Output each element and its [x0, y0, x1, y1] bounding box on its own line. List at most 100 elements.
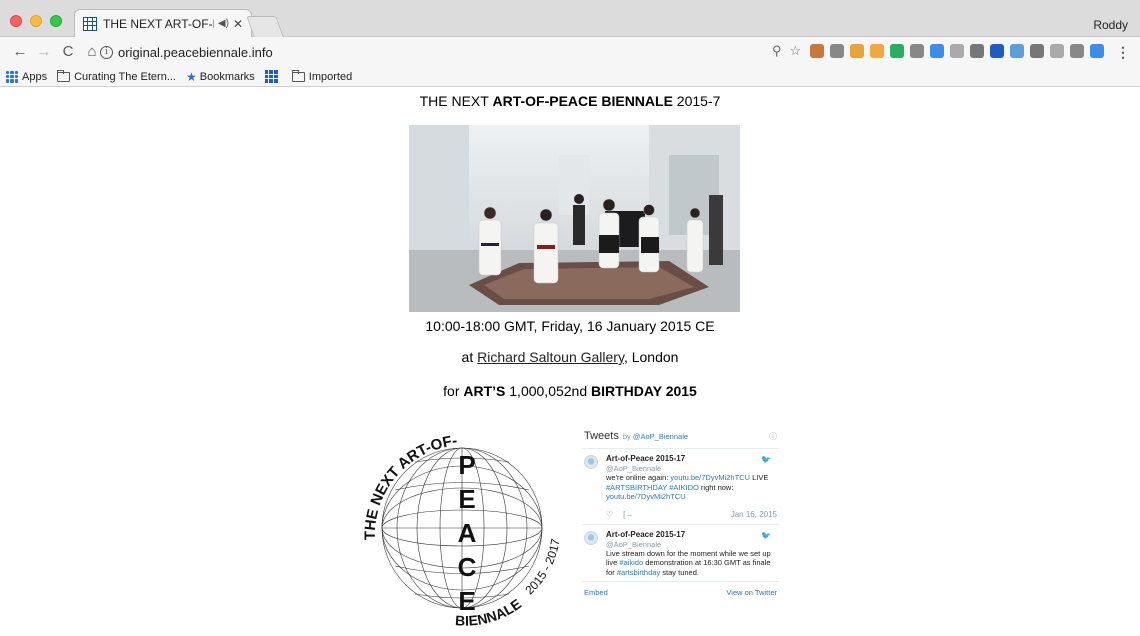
tweets-by: by @AoP_Biennale — [623, 432, 688, 441]
browser-menu-icon[interactable]: ⋮ — [1116, 44, 1130, 61]
extension-icon[interactable] — [1030, 44, 1044, 58]
tweet-text: Live stream down for the moment while we… — [606, 549, 777, 577]
hashtag-link[interactable]: #ARTSBIRTHDAY — [606, 483, 667, 492]
event-location: at Richard Saltoun Gallery, London — [0, 349, 1140, 365]
extension-icon[interactable] — [830, 44, 844, 58]
forward-button[interactable]: → — [34, 42, 54, 62]
bookmark-bookmarks[interactable]: ★ Bookmarks — [186, 70, 255, 84]
tweet-text-part: right now: — [698, 482, 734, 492]
occasion-bold-2: BIRTHDAY 2015 — [591, 383, 697, 399]
bookmark-star-icon[interactable]: ☆ — [790, 43, 802, 59]
extension-icon[interactable] — [890, 44, 904, 58]
folder-icon — [291, 69, 305, 82]
title-bold: ART-OF-PEACE BIENNALE — [492, 93, 673, 109]
embed-link[interactable]: Embed — [584, 588, 608, 597]
tab-title: THE NEXT ART-OF-PEACE — [103, 16, 214, 31]
tweet-text-part: stay tuned. — [660, 567, 699, 577]
event-time: 10:00-18:00 GMT, Friday, 16 January 2015… — [425, 318, 715, 334]
extension-icon[interactable] — [1070, 44, 1084, 58]
avatar[interactable] — [584, 530, 598, 545]
extension-icon[interactable] — [990, 44, 1004, 58]
star-icon: ★ — [185, 69, 197, 84]
tab-close-icon[interactable]: ✕ — [233, 17, 243, 31]
logo-letter-e1: E — [458, 484, 475, 514]
logo-arc-right-text: 2015 - 2017 — [522, 537, 562, 597]
tweet-text-part: LIVE — [750, 473, 769, 483]
speaker-icon[interactable]: ◀) — [218, 18, 229, 29]
tweet-item[interactable]: Art-of-Peace 2015-17 @AoP_Biennale we're… — [582, 449, 779, 525]
hashtag-link[interactable]: #AIKIDO — [669, 483, 699, 492]
site-favicon-icon — [83, 16, 97, 31]
twitter-timeline-widget: Tweets by @AoP_Biennale ⓘ Art-of-Peace 2… — [582, 430, 779, 620]
bookmarks-bar: Apps Curating The Etern... ★ Bookmarks I… — [0, 67, 1140, 87]
tweet-author-handle[interactable]: @AoP_Biennale — [606, 540, 777, 549]
extension-icon[interactable] — [1090, 44, 1104, 58]
profile-name[interactable]: Roddy — [1093, 18, 1128, 32]
page-title: THE NEXT ART-OF-PEACE BIENNALE 2015-7 — [0, 93, 1140, 109]
apps-icon — [6, 70, 18, 83]
extension-icon[interactable] — [950, 44, 964, 58]
tweet-actions: ♡ [→ Jan 16, 2015 — [606, 510, 777, 520]
home-button[interactable]: ⌂ — [82, 42, 102, 62]
avatar[interactable] — [584, 455, 598, 469]
extension-icon[interactable] — [810, 44, 824, 58]
aikido-video-player[interactable] — [409, 125, 740, 312]
logo-letter-e2: E — [458, 586, 475, 616]
bookmark-grid-link[interactable] — [264, 70, 282, 83]
art-of-peace-logo: P E A C E THE NEXT ART-OF- BIENNALE 2015… — [362, 432, 563, 628]
tweet-date[interactable]: Jan 16, 2015 — [731, 510, 777, 520]
twitter-handle-link[interactable]: @AoP_Biennale — [633, 432, 688, 441]
twitter-bird-icon: 🐦 — [761, 455, 771, 464]
tweet-link[interactable]: youtu.be/7DyvMi2hTCU — [606, 492, 686, 501]
reload-button[interactable]: C — [58, 42, 78, 62]
bookmark-apps[interactable]: Apps — [6, 70, 47, 83]
tweet-item[interactable]: Art-of-Peace 2015-17 @AoP_Biennale Live … — [582, 525, 779, 582]
tweet-link[interactable]: youtu.be/7DyvMi2hTCU — [670, 473, 750, 482]
zoom-icon[interactable]: ⚲ — [772, 43, 782, 59]
view-on-twitter-link[interactable]: View on Twitter — [726, 588, 777, 597]
url-text[interactable]: original.peacebiennale.info — [118, 45, 273, 60]
hashtag-link[interactable]: #artsbirthday — [617, 568, 660, 577]
tweet-author-handle[interactable]: @AoP_Biennale — [606, 464, 777, 473]
twitter-header: Tweets by @AoP_Biennale ⓘ — [582, 430, 779, 449]
logo-arc-right: 2015 - 2017 — [522, 537, 562, 597]
hashtag-link[interactable]: #aikido — [619, 558, 643, 567]
logo-letter-a: A — [458, 518, 477, 548]
info-icon[interactable]: ⓘ — [769, 431, 777, 442]
site-info-icon[interactable]: i — [100, 45, 113, 59]
grid-icon — [264, 70, 278, 83]
folder-icon — [57, 69, 71, 82]
maximize-window-button[interactable] — [50, 15, 62, 27]
minimize-window-button[interactable] — [30, 15, 42, 27]
logo-arc-top: THE NEXT ART-OF- — [362, 432, 458, 540]
tweet-author-name[interactable]: Art-of-Peace 2015-17 — [606, 454, 777, 464]
tweet-text: we're online again: youtu.be/7DyvMi2hTCU… — [606, 473, 777, 501]
extension-icon[interactable] — [970, 44, 984, 58]
like-icon[interactable]: ♡ — [606, 510, 613, 520]
back-button[interactable]: ← — [10, 42, 30, 62]
bookmark-curating-folder[interactable]: Curating The Etern... — [57, 69, 176, 83]
new-tab-button[interactable] — [246, 16, 284, 37]
extension-icon[interactable] — [850, 44, 864, 58]
twitter-footer: Embed View on Twitter — [582, 582, 779, 603]
extension-icon[interactable] — [870, 44, 884, 58]
window-titlebar: THE NEXT ART-OF-PEACE ◀) ✕ Roddy — [0, 0, 1140, 37]
address-bar[interactable]: i original.peacebiennale.info — [100, 41, 800, 63]
twitter-bird-icon: 🐦 — [761, 530, 771, 540]
bookmark-label: Imported — [308, 70, 353, 83]
gallery-link[interactable]: Richard Saltoun Gallery — [477, 349, 624, 365]
close-window-button[interactable] — [10, 15, 22, 27]
share-icon[interactable]: [→ — [623, 510, 633, 520]
bookmark-label: Curating The Etern... — [74, 70, 176, 83]
bookmark-imported-folder[interactable]: Imported — [291, 69, 353, 83]
browser-tab[interactable]: THE NEXT ART-OF-PEACE ◀) ✕ — [74, 9, 252, 37]
tweet-author-name[interactable]: Art-of-Peace 2015-17 — [606, 530, 777, 540]
occasion-bold-1: ART’S — [463, 383, 506, 399]
extension-icon[interactable] — [1050, 44, 1064, 58]
tweets-heading: Tweets — [584, 430, 619, 442]
extension-icon[interactable] — [1010, 44, 1024, 58]
extension-icon[interactable] — [910, 44, 924, 58]
title-prefix: THE NEXT — [419, 93, 493, 109]
extension-icon[interactable] — [930, 44, 944, 58]
occasion-prefix: for — [443, 383, 464, 399]
